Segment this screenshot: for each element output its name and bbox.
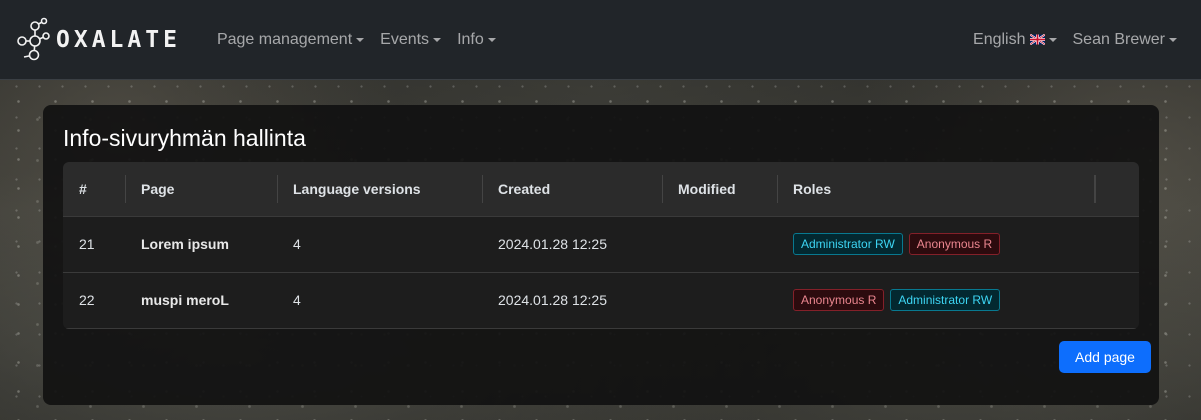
column-header-actions: [1095, 162, 1139, 216]
pages-table: # Page Language versions Created Modifie…: [63, 162, 1139, 329]
row-actions: [1095, 216, 1139, 272]
row-modified: [662, 272, 777, 328]
table-row[interactable]: 21 Lorem ipsum 4 2024.01.28 12:25 Admini…: [63, 216, 1139, 272]
role-badge: Administrator RW: [793, 233, 903, 255]
menu-info[interactable]: Info: [449, 23, 504, 57]
column-header-page: Page: [125, 162, 277, 216]
user-menu: English Sean Brewer: [965, 23, 1185, 57]
column-header-id: #: [79, 180, 87, 197]
molecule-icon: [17, 17, 50, 60]
row-page-name[interactable]: muspi meroL: [125, 272, 277, 328]
row-language-versions: 4: [293, 236, 301, 252]
column-header-roles: Roles: [777, 162, 1095, 216]
column-header-language-versions: Language versions: [277, 162, 482, 216]
menu-label: Page management: [216, 30, 353, 48]
column-header-created: Created: [482, 162, 662, 216]
page-group-card: Info-sivuryhmän hallinta # Page Language…: [43, 105, 1159, 405]
caret-down-icon: [433, 37, 442, 42]
role-badge: Anonymous R: [908, 233, 1001, 255]
menu-events[interactable]: Events: [372, 23, 449, 57]
row-language-versions: 4: [293, 292, 301, 308]
role-badge: Anonymous R: [793, 289, 885, 311]
main-menu: Page management Events Info: [209, 23, 504, 57]
user-dropdown[interactable]: Sean Brewer: [1065, 23, 1186, 57]
caret-down-icon: [356, 37, 365, 42]
menu-label: Info: [457, 30, 484, 48]
row-created: 2024.01.28 12:25: [498, 292, 607, 308]
row-page-name[interactable]: Lorem ipsum: [125, 216, 277, 272]
row-created: 2024.01.28 12:25: [498, 236, 607, 252]
top-navbar: OXALATE Page management Events Info Engl…: [0, 0, 1201, 80]
column-header-modified: Modified: [662, 162, 777, 216]
menu-label: Events: [380, 30, 430, 48]
brand-logo[interactable]: OXALATE: [14, 17, 181, 63]
caret-down-icon: [1048, 37, 1057, 42]
row-roles: Anonymous R Administrator RW: [777, 272, 1095, 328]
language-label: English: [973, 30, 1026, 48]
table-header-row: # Page Language versions Created Modifie…: [63, 162, 1139, 216]
language-selector[interactable]: English: [965, 23, 1064, 57]
uk-flag-icon: [1029, 34, 1045, 45]
pages-table-wrapper: # Page Language versions Created Modifie…: [63, 162, 1139, 329]
row-roles: Administrator RW Anonymous R: [777, 216, 1095, 272]
row-id: 22: [79, 292, 95, 308]
role-badge: Administrator RW: [890, 289, 1001, 311]
row-modified: [662, 216, 777, 272]
brand-name: OXALATE: [56, 26, 181, 53]
row-id: 21: [79, 236, 95, 252]
table-row[interactable]: 22 muspi meroL 4 2024.01.28 12:25 Anonym…: [63, 272, 1139, 328]
add-page-button[interactable]: Add page: [1059, 341, 1151, 373]
caret-down-icon: [1169, 37, 1177, 42]
menu-page-management[interactable]: Page management: [209, 23, 372, 57]
row-actions: [1095, 272, 1139, 328]
page-title: Info-sivuryhmän hallinta: [63, 125, 306, 151]
caret-down-icon: [487, 37, 496, 42]
user-name: Sean Brewer: [1072, 30, 1166, 48]
